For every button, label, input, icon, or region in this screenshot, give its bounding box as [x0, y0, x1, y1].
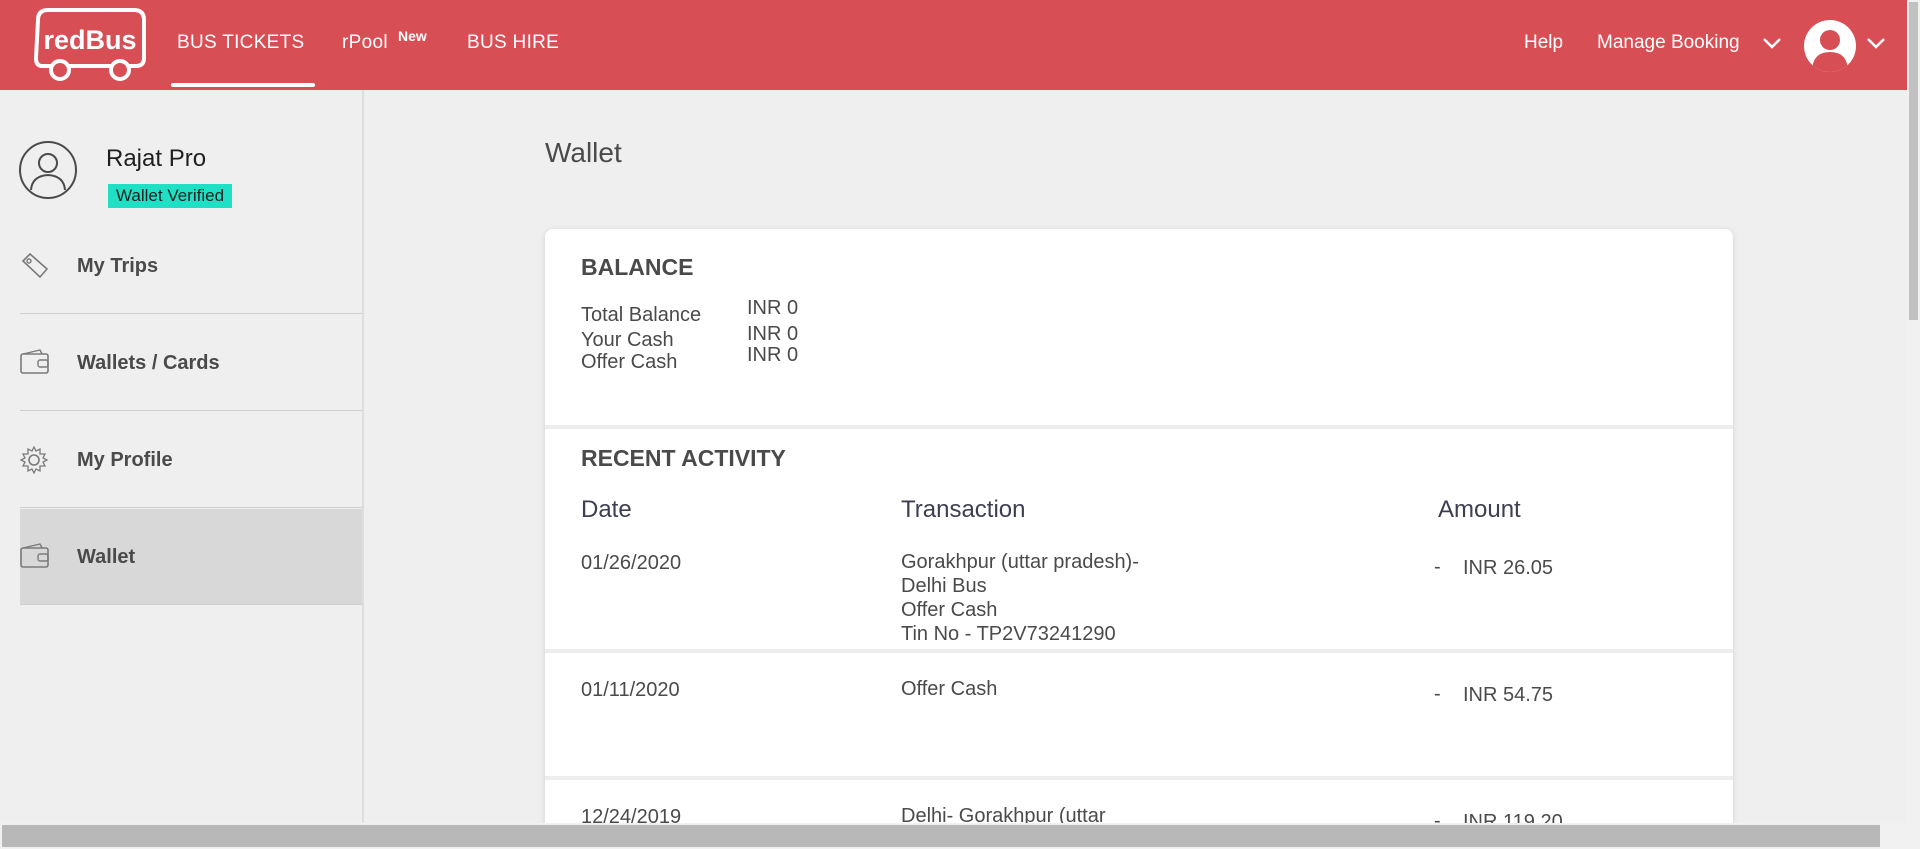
- row-amount: INR 54.75: [1463, 684, 1554, 706]
- sidebar: Rajat Pro Wallet Verified My Trips Walle…: [0, 90, 364, 849]
- nav-active-indicator: [171, 83, 315, 87]
- sidebar-item-label: My Profile: [77, 449, 173, 471]
- row-amount: INR 26.05: [1463, 557, 1554, 579]
- row-transaction-line: Delhi Bus: [901, 575, 987, 597]
- column-header-date: Date: [581, 496, 632, 523]
- offer-cash-label: Offer Cash: [581, 351, 678, 373]
- row-transaction-line: Offer Cash: [901, 678, 998, 700]
- row-date: 01/11/2020: [581, 679, 680, 701]
- nav-rpool-new-badge: New: [398, 28, 427, 44]
- sidebar-item-label: Wallets / Cards: [77, 352, 220, 374]
- gear-icon: [20, 446, 49, 474]
- row-amount-sign: -: [1434, 556, 1441, 578]
- wallet-verified-badge: Wallet Verified: [108, 184, 233, 208]
- sidebar-item-my-trips[interactable]: My Trips: [20, 218, 362, 314]
- row-transaction-line: Gorakhpur (uttar pradesh)-: [901, 551, 1139, 573]
- balance-title: BALANCE: [581, 254, 694, 280]
- row-transaction-line: Offer Cash: [901, 599, 998, 621]
- nav-bus-tickets[interactable]: BUS TICKETS: [177, 32, 305, 54]
- help-link[interactable]: Help: [1524, 32, 1563, 54]
- column-header-transaction: Transaction: [901, 496, 1026, 523]
- total-balance-label: Total Balance: [581, 304, 702, 326]
- row-date: 01/26/2020: [581, 552, 682, 574]
- top-header: redBus BUS TICKETS rPool New BUS HIRE He…: [0, 0, 1907, 90]
- total-balance-value: INR 0: [747, 297, 799, 319]
- row-transaction-line: Tin No - TP2V73241290: [901, 623, 1116, 645]
- row-divider: [545, 649, 1733, 653]
- profile-avatar-icon: [19, 141, 77, 199]
- column-header-amount: Amount: [1438, 496, 1521, 523]
- svg-text:redBus: redBus: [43, 25, 136, 55]
- sidebar-item-wallet[interactable]: Wallet: [20, 509, 362, 605]
- recent-activity-title: RECENT ACTIVITY: [581, 445, 786, 471]
- your-cash-value: INR 0: [747, 323, 799, 345]
- manage-booking-menu[interactable]: Manage Booking: [1597, 32, 1740, 54]
- your-cash-label: Your Cash: [581, 329, 674, 351]
- user-silhouette-icon: [1812, 30, 1848, 72]
- row-amount-sign: -: [1434, 683, 1441, 705]
- wallet-card: BALANCE Total Balance INR 0 Your Cash IN…: [545, 229, 1733, 849]
- chevron-down-icon[interactable]: [1866, 36, 1886, 50]
- sidebar-item-wallets-cards[interactable]: Wallets / Cards: [20, 315, 362, 411]
- row-divider: [545, 776, 1733, 780]
- chevron-down-icon[interactable]: [1762, 36, 1782, 50]
- nav-bus-hire[interactable]: BUS HIRE: [467, 32, 559, 54]
- tag-icon: [21, 252, 49, 279]
- redbus-logo[interactable]: redBus: [30, 6, 148, 84]
- offer-cash-value: INR 0: [747, 344, 799, 366]
- sidebar-item-label: Wallet: [77, 546, 136, 568]
- vertical-scrollbar-thumb[interactable]: [1909, 2, 1918, 320]
- section-divider: [545, 425, 1733, 429]
- user-name: Rajat Pro: [106, 145, 207, 172]
- sidebar-item-my-profile[interactable]: My Profile: [20, 412, 362, 508]
- horizontal-scrollbar-thumb[interactable]: [2, 825, 1880, 847]
- page-title: Wallet: [545, 137, 622, 168]
- user-avatar-button[interactable]: [1804, 20, 1856, 72]
- sidebar-item-label: My Trips: [77, 255, 159, 277]
- nav-rpool[interactable]: rPool: [342, 32, 388, 54]
- wallet-icon: [20, 543, 49, 568]
- wallet-icon: [20, 349, 49, 374]
